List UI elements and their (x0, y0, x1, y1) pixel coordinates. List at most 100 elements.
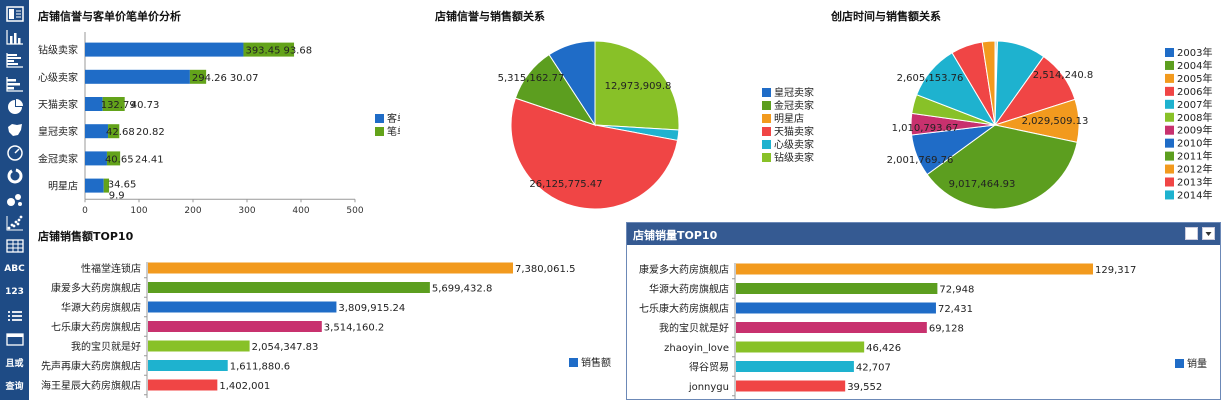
sidebar-column-chart-icon[interactable] (2, 26, 27, 48)
category-label: 心级卖家 (38, 71, 78, 84)
bar[interactable] (148, 379, 218, 391)
legend-label: 明星店 (774, 112, 804, 125)
category-label: 明星店 (48, 180, 78, 193)
x-tick-label: 0 (82, 206, 88, 216)
top10-qty-panel[interactable]: 康爱多大药房旗舰店 129,317 华源大药房旗舰店 72,948 七乐康大药房旗舰店 7… (626, 222, 1221, 400)
bar[interactable] (736, 341, 865, 353)
sidebar-list-icon[interactable] (2, 305, 27, 327)
data-label: 3,514,160.2 (324, 323, 384, 334)
data-label: 42.68 (106, 127, 135, 138)
legend-swatch (762, 101, 771, 110)
sidebar-dashboard-icon[interactable] (2, 3, 27, 25)
legend-swatch (1165, 73, 1174, 83)
category-label: 康爱多大药房旗舰店 (51, 282, 141, 295)
pie-chart-icon (7, 98, 23, 114)
bar[interactable] (148, 360, 228, 371)
category-label: 性福堂连锁店 (81, 262, 141, 275)
bar-customer-price[interactable] (85, 178, 104, 193)
legend-label: 2003年 (1177, 46, 1212, 59)
bar[interactable] (736, 283, 938, 294)
top10-qty-chart: 康爱多大药房旗舰店 129,317 华源大药房旗舰店 72,948 七乐康大药房旗舰店 7… (639, 263, 1207, 399)
data-label: 1,611,880.6 (230, 362, 290, 373)
x-tick-label: 300 (238, 206, 255, 216)
sidebar-scatter-chart-icon[interactable] (2, 212, 27, 234)
sidebar-number-widget[interactable]: 123 (2, 281, 27, 303)
bar[interactable] (148, 282, 430, 293)
category-label: zhaoyin_love (664, 343, 729, 354)
legend-swatch (1165, 125, 1174, 135)
category-label: 华源大药房旗舰店 (649, 283, 729, 296)
bar-chart-icon (5, 53, 23, 68)
data-label: 7,380,061.5 (515, 264, 575, 275)
filter-widget-label: 且或 (5, 358, 24, 369)
data-label: 40.73 (131, 100, 160, 111)
sidebar-text-widget[interactable]: ABC (2, 258, 27, 280)
legend-label: 心级卖家 (774, 138, 814, 151)
category-label: 先声再康大药房旗舰店 (41, 360, 141, 373)
chart-toolbox-sidebar: ABC 123 且或查询 (0, 0, 29, 400)
data-label: 93.68 (283, 46, 312, 57)
category-label: 华源大药房旗舰店 (61, 301, 141, 314)
x-tick-label: 400 (292, 206, 309, 216)
slice-label: 5,315,162.77 (498, 73, 565, 84)
sidebar-filter-widget[interactable]: 且或 (2, 351, 27, 373)
data-label: 129,317 (1095, 265, 1136, 276)
category-label: 天猫卖家 (38, 98, 78, 111)
top10-qty-title: 店铺销量TOP10 (633, 229, 718, 242)
bar-customer-price[interactable] (85, 42, 244, 57)
sidebar-ring-chart-icon[interactable] (2, 165, 27, 187)
bar-customer-price[interactable] (85, 151, 107, 166)
legend-swatch (375, 114, 384, 123)
category-label: 皇冠卖家 (38, 125, 78, 138)
dropdown-button[interactable] (1202, 227, 1215, 240)
bar-customer-price[interactable] (85, 69, 190, 84)
bar[interactable] (736, 361, 854, 372)
slice-label: 2,001,769.76 (887, 155, 954, 166)
data-label: 46,426 (866, 343, 901, 354)
legend-swatch (1165, 151, 1174, 161)
sidebar-stacked-bar-icon[interactable] (2, 73, 27, 95)
data-label: 1,402,001 (219, 381, 270, 392)
legend-label: 笔单价 (387, 125, 400, 138)
scatter-chart-icon (6, 215, 23, 231)
slice-label: 26,125,775.47 (529, 179, 602, 190)
query-widget-label: 查询 (5, 381, 24, 392)
sidebar-query-widget[interactable]: 查询 (2, 374, 27, 396)
maximize-button[interactable] (1185, 227, 1198, 240)
sidebar-pie-chart-icon[interactable] (2, 96, 27, 118)
credit-price-panel: 店铺信誉与客单价笔单价分析 0 100 200 300 400 500 钻级卖家 393.45… (30, 0, 400, 220)
legend-swatch (1175, 359, 1184, 368)
category-label: 七乐康大药房旗舰店 (639, 302, 729, 315)
bar[interactable] (148, 340, 250, 352)
bar[interactable] (736, 322, 927, 333)
legend-swatch (762, 114, 771, 123)
data-label: 39,552 (847, 382, 882, 393)
sidebar-bubble-chart-icon[interactable] (2, 189, 27, 211)
bar[interactable] (148, 321, 322, 332)
bar-customer-price[interactable] (85, 124, 109, 139)
data-label: 5,699,432.8 (432, 284, 492, 295)
text-widget-label: ABC (4, 264, 25, 275)
bar[interactable] (736, 263, 1093, 275)
sidebar-map-icon[interactable] (2, 119, 27, 141)
bar[interactable] (148, 262, 513, 274)
data-label: 9.9 (109, 191, 125, 202)
map-icon (7, 124, 22, 136)
bar[interactable] (736, 302, 936, 314)
sidebar-calendar-icon[interactable] (2, 328, 27, 350)
slice-label: 12,973,909.8 (605, 81, 672, 92)
sidebar-bar-chart-icon[interactable] (2, 49, 27, 71)
legend-label: 钻级卖家 (774, 151, 814, 164)
bar[interactable] (148, 301, 337, 313)
category-label: 钻级卖家 (38, 44, 78, 57)
legend-swatch (1165, 86, 1174, 96)
bar[interactable] (736, 380, 846, 392)
legend-label: 天猫卖家 (774, 125, 814, 138)
legend-label: 客单价 (387, 112, 400, 125)
sidebar-gauge-icon[interactable] (2, 142, 27, 164)
credit-sales-panel: 店铺信誉与销售额关系 12,973,909.8 26,125,775.47 5,31… (400, 0, 820, 220)
data-label: 2,054,347.83 (252, 342, 319, 353)
number-widget-label: 123 (5, 287, 24, 298)
sidebar-table-icon[interactable] (2, 235, 27, 257)
data-label: 20.82 (136, 127, 165, 138)
